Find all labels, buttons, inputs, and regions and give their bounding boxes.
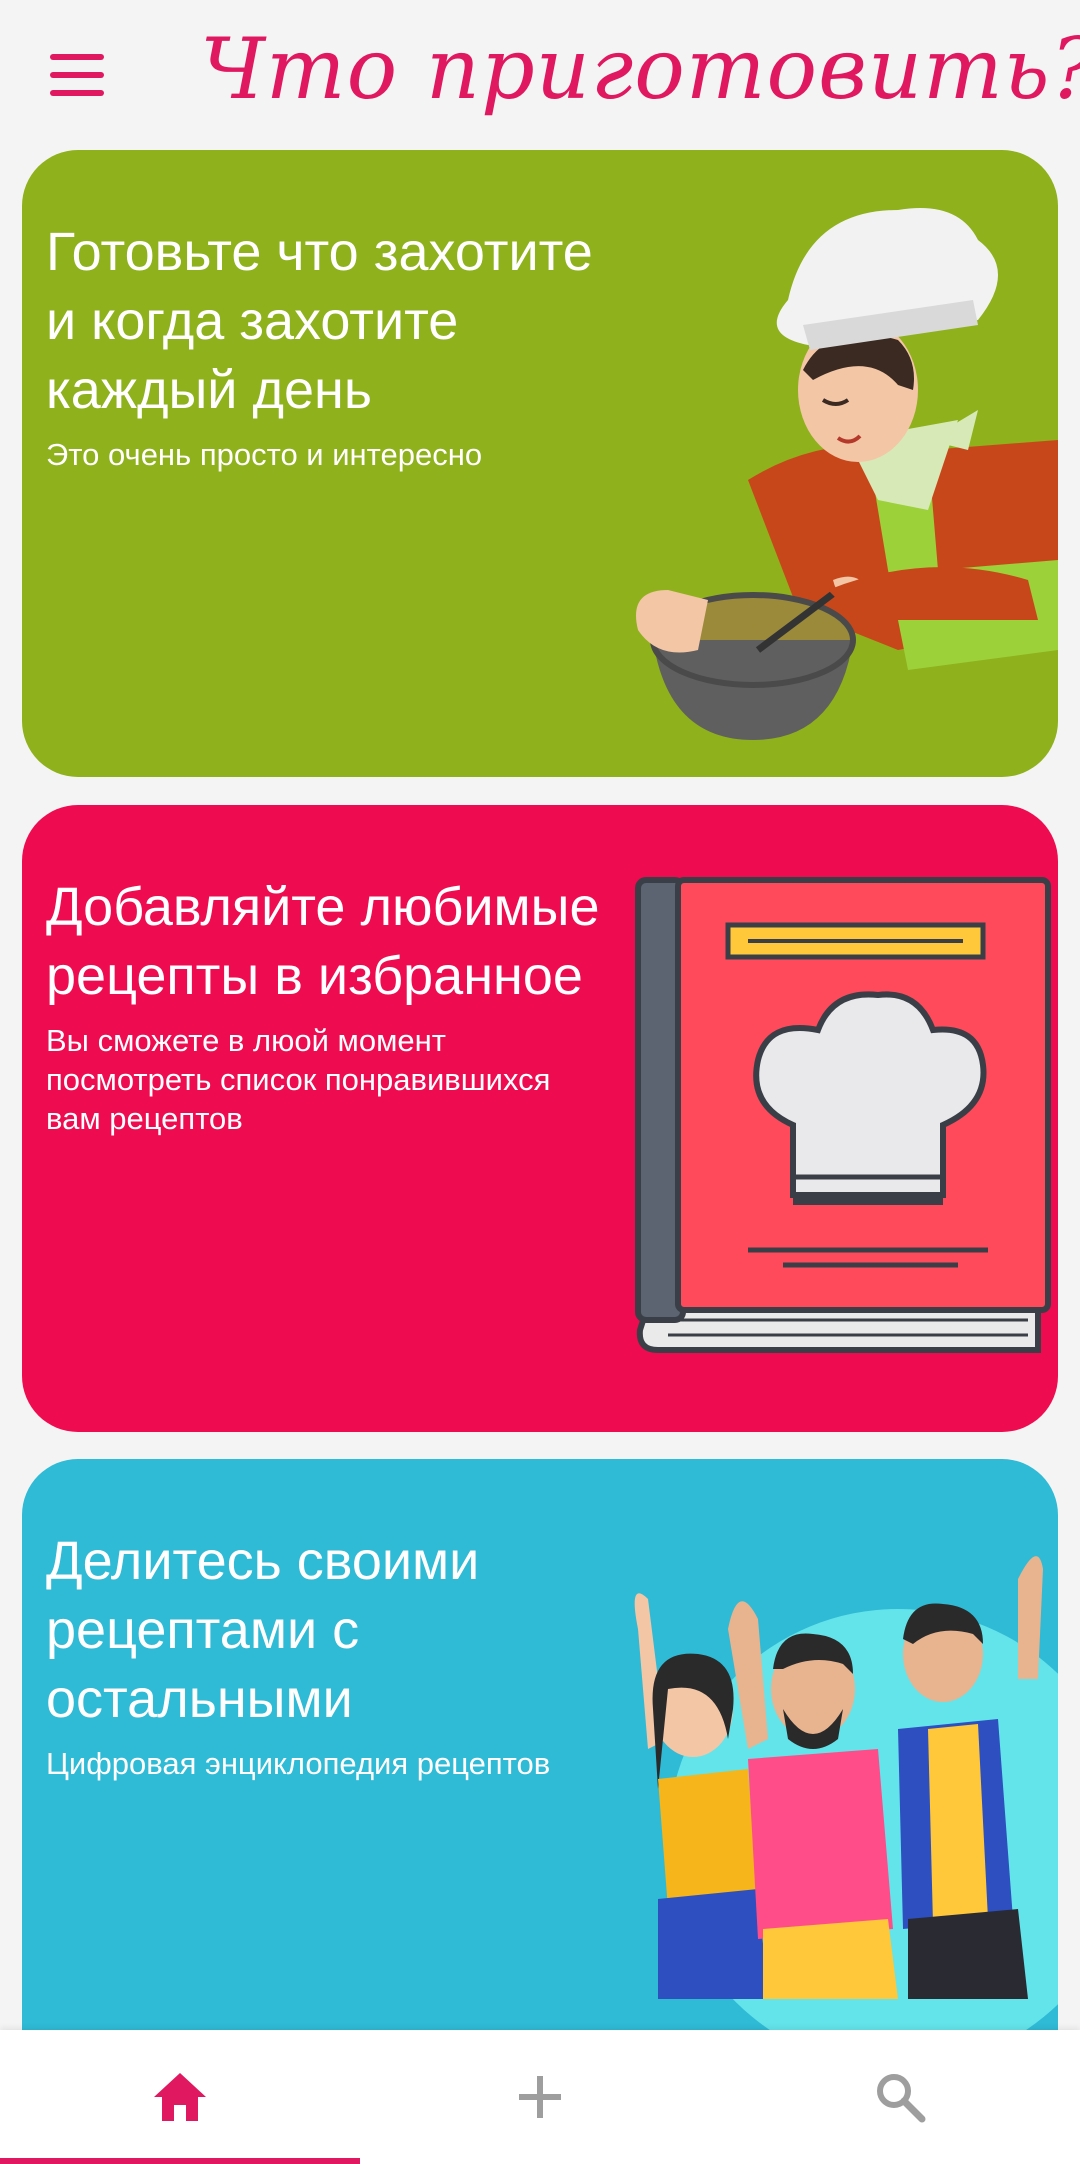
chef-cooking-illustration bbox=[636, 208, 1058, 740]
card-title: Делитесь своими рецептами с остальными bbox=[46, 1531, 480, 1729]
card-subtitle: Это очень просто и интересно bbox=[46, 437, 483, 472]
nav-add-button[interactable] bbox=[360, 2030, 720, 2164]
app-title: Что приготовить? bbox=[200, 20, 1080, 118]
feature-card-share[interactable]: Делитесь своими рецептами с остальными Ц… bbox=[22, 1459, 1058, 2059]
bottom-navigation bbox=[0, 2030, 1080, 2164]
active-tab-indicator bbox=[0, 2158, 360, 2164]
card-subtitle: Цифровая энциклопедия рецептов bbox=[46, 1746, 551, 1781]
feature-card-favorites[interactable]: Добавляйте любимые рецепты в избранное В… bbox=[22, 805, 1058, 1432]
card-text: Готовьте что захотите и когда захотите к… bbox=[46, 218, 606, 474]
search-icon bbox=[877, 2074, 926, 2123]
card-title: Добавляйте любимые рецепты в избранное bbox=[46, 877, 600, 1006]
card-title: Готовьте что захотите и когда захотите к… bbox=[46, 222, 593, 420]
hamburger-menu-icon[interactable] bbox=[44, 50, 110, 100]
feature-card-cook[interactable]: Готовьте что захотите и когда захотите к… bbox=[22, 150, 1058, 777]
add-icon bbox=[519, 2076, 561, 2118]
home-icon bbox=[154, 2073, 206, 2121]
app-bar: Что приготовить? bbox=[0, 0, 1080, 145]
nav-search-button[interactable] bbox=[720, 2030, 1080, 2164]
card-text: Делитесь своими рецептами с остальными Ц… bbox=[46, 1527, 606, 1783]
nav-home-button[interactable] bbox=[0, 2030, 360, 2164]
cookbook-illustration bbox=[635, 877, 1051, 1353]
card-subtitle: Вы сможете в люой момент посмотреть спис… bbox=[46, 1023, 551, 1136]
people-waving-illustration bbox=[634, 1556, 1058, 2059]
card-text: Добавляйте любимые рецепты в избранное В… bbox=[46, 873, 606, 1138]
